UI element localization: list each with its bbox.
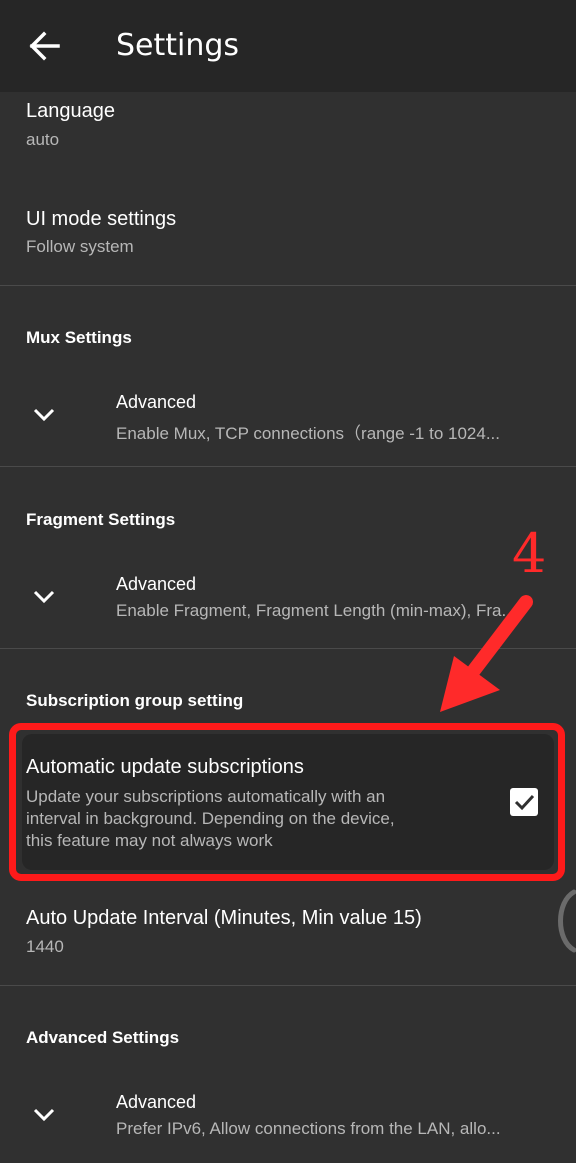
ui-mode-setting[interactable]: UI mode settings Follow system [0,196,576,272]
mux-advanced-setting[interactable]: Advanced Enable Mux, TCP connections（ran… [0,372,576,462]
auto-update-title: Automatic update subscriptions [26,756,304,778]
page-title: Settings [116,28,240,63]
interval-title: Auto Update Interval (Minutes, Min value… [26,907,422,929]
advanced-advanced-summary: Prefer IPv6, Allow connections from the … [116,1119,501,1138]
interval-value: 1440 [26,937,64,956]
fragment-advanced-title: Advanced [116,574,197,594]
language-setting[interactable]: Language auto [0,92,576,164]
language-title: Language [26,100,115,122]
auto-update-summary: Update your subscriptions automatically … [26,787,395,850]
chevron-down-icon [33,408,55,422]
language-value: auto [26,130,60,149]
app-bar: Settings [0,0,576,92]
ui-mode-title: UI mode settings [26,208,177,230]
chevron-down-icon [33,1108,55,1122]
ui-mode-value: Follow system [26,237,134,256]
auto-update-checkbox[interactable] [510,788,538,816]
mux-advanced-title: Advanced [116,392,197,412]
auto-update-interval-setting[interactable]: Auto Update Interval (Minutes, Min value… [0,895,576,970]
annotation-arrow-icon [440,595,533,712]
check-icon [514,794,535,811]
divider [0,466,576,467]
chevron-down-icon [33,590,55,604]
advanced-settings-category: Advanced Settings [26,1028,180,1047]
step-number-label: 4 [512,522,547,585]
mux-advanced-summary: Enable Mux, TCP connections（range -1 to … [116,424,500,443]
advanced-advanced-title: Advanced [116,1092,197,1112]
mux-settings-category: Mux Settings [26,328,132,347]
subscription-group-category: Subscription group setting [26,691,244,710]
divider [0,985,576,986]
advanced-advanced-setting[interactable]: Advanced Prefer IPv6, Allow connections … [0,1072,576,1163]
fragment-settings-category: Fragment Settings [26,510,176,529]
arrow-back-icon [29,31,60,61]
back-button[interactable] [20,26,68,66]
divider [0,285,576,286]
loading-spinner-icon [558,889,576,953]
